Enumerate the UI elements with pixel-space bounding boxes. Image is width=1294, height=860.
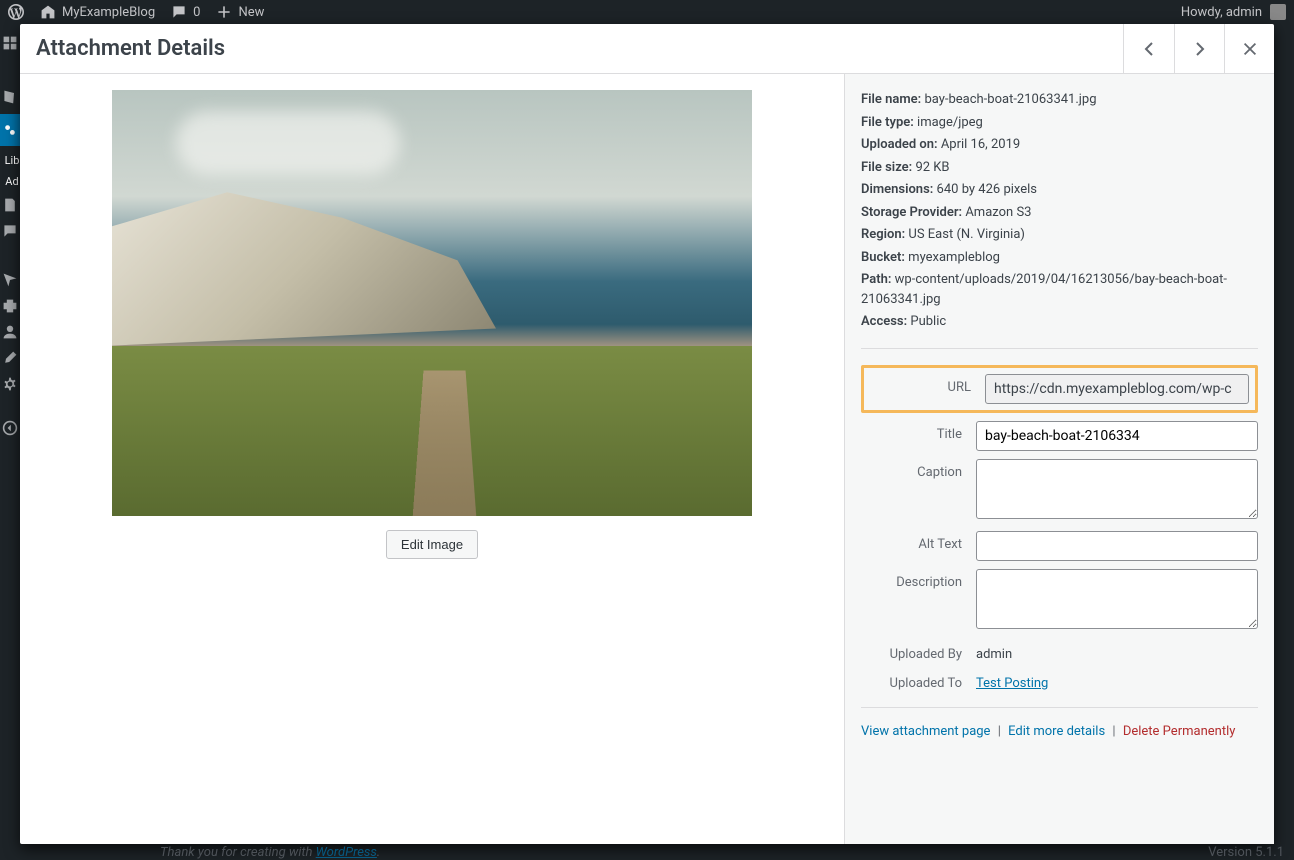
caption-input[interactable] <box>976 459 1258 519</box>
meta-region: Region: US East (N. Virginia) <box>861 225 1258 245</box>
posts-menu[interactable] <box>1 88 19 106</box>
new-label: New <box>238 5 264 20</box>
url-label: URL <box>870 374 985 395</box>
preview-pane: Edit Image <box>20 74 844 844</box>
view-attachment-page-link[interactable]: View attachment page <box>861 724 990 739</box>
action-links: View attachment page | Edit more details… <box>861 724 1258 739</box>
chevron-right-icon <box>1190 39 1210 59</box>
modal-title: Attachment Details <box>20 36 225 61</box>
title-input[interactable] <box>976 421 1258 451</box>
uploaded-by-label: Uploaded By <box>861 641 976 662</box>
details-pane: File name: bay-beach-boat-21063341.jpg F… <box>844 74 1274 844</box>
meta-dimensions: Dimensions: 640 by 426 pixels <box>861 180 1258 200</box>
meta-filename: File name: bay-beach-boat-21063341.jpg <box>861 90 1258 110</box>
description-input[interactable] <box>976 569 1258 629</box>
divider <box>861 707 1258 708</box>
collapse-menu[interactable] <box>1 419 19 437</box>
attachment-details-modal: Attachment Details Edit Image <box>20 24 1274 844</box>
settings-menu[interactable] <box>1 375 19 393</box>
site-home-link[interactable]: MyExampleBlog <box>40 4 155 20</box>
media-add-label: Ad <box>1 175 18 188</box>
uploaded-to-label: Uploaded To <box>861 670 976 691</box>
url-input[interactable] <box>985 374 1249 404</box>
version-text: Version 5.1.1 <box>1208 845 1284 860</box>
admin-footer: Thank you for creating with WordPress. V… <box>160 844 1284 860</box>
meta-bucket: Bucket: myexampleblog <box>861 248 1258 268</box>
meta-filesize: File size: 92 KB <box>861 158 1258 178</box>
url-field-highlight: URL <box>861 365 1258 413</box>
dashboard-menu[interactable] <box>1 34 19 52</box>
alt-text-input[interactable] <box>976 531 1258 561</box>
uploaded-by-value: admin <box>976 641 1258 662</box>
caption-label: Caption <box>861 459 976 480</box>
title-label: Title <box>861 421 976 442</box>
chevron-left-icon <box>1139 39 1159 59</box>
comments-link[interactable]: 0 <box>171 4 200 20</box>
meta-storage: Storage Provider: Amazon S3 <box>861 203 1258 223</box>
plus-icon <box>216 4 232 20</box>
attachment-preview-image <box>112 90 752 516</box>
admin-bar: MyExampleBlog 0 New Howdy, admin <box>0 0 1294 24</box>
media-menu[interactable] <box>0 114 20 146</box>
modal-header: Attachment Details <box>20 24 1274 74</box>
howdy-text: Howdy, admin <box>1181 5 1262 20</box>
appearance-menu[interactable] <box>1 271 19 289</box>
meta-uploadedon: Uploaded on: April 16, 2019 <box>861 135 1258 155</box>
tools-menu[interactable] <box>1 349 19 367</box>
edit-more-details-link[interactable]: Edit more details <box>1008 724 1105 739</box>
new-content-link[interactable]: New <box>216 4 264 20</box>
prev-button[interactable] <box>1124 24 1174 74</box>
comment-count: 0 <box>193 5 200 20</box>
comments-menu[interactable] <box>1 222 19 240</box>
delete-permanently-link[interactable]: Delete Permanently <box>1123 724 1236 739</box>
wordpress-link[interactable]: WordPress <box>316 845 377 860</box>
plugins-menu[interactable] <box>1 297 19 315</box>
media-lib-label: Lib <box>1 154 20 167</box>
wp-logo-icon[interactable] <box>8 4 24 20</box>
comment-icon <box>171 4 187 20</box>
divider <box>861 348 1258 349</box>
close-button[interactable] <box>1224 24 1274 74</box>
meta-access: Access: Public <box>861 312 1258 332</box>
avatar <box>1270 4 1286 20</box>
meta-filetype: File type: image/jpeg <box>861 113 1258 133</box>
admin-sidebar: Lib Ad <box>0 24 20 860</box>
close-icon <box>1241 40 1259 58</box>
site-name: MyExampleBlog <box>62 5 155 20</box>
alt-text-label: Alt Text <box>861 531 976 552</box>
home-icon <box>40 4 56 20</box>
description-label: Description <box>861 569 976 590</box>
pages-menu[interactable] <box>1 196 19 214</box>
users-menu[interactable] <box>1 323 19 341</box>
meta-path: Path: wp-content/uploads/2019/04/1621305… <box>861 270 1258 309</box>
next-button[interactable] <box>1174 24 1224 74</box>
edit-image-button[interactable]: Edit Image <box>386 530 478 559</box>
account-link[interactable]: Howdy, admin <box>1181 4 1286 20</box>
uploaded-to-link[interactable]: Test Posting <box>976 676 1048 691</box>
